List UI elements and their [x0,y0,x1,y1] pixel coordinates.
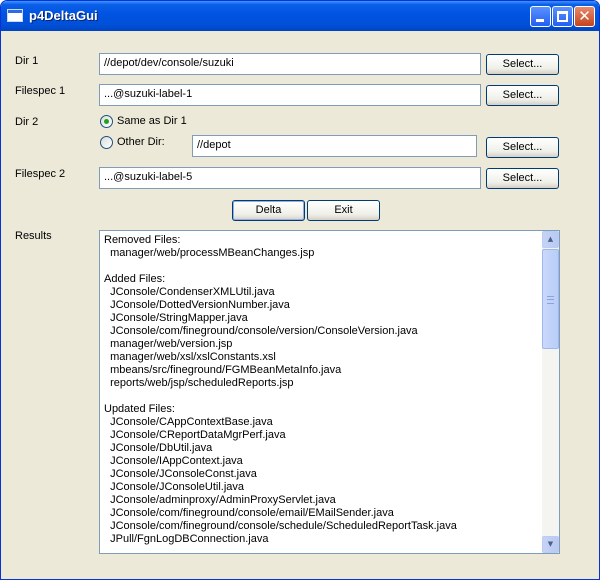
scroll-up-button[interactable]: ▲ [542,231,559,248]
filespec1-label: Filespec 1 [15,85,66,97]
filespec2-input[interactable]: ...@suzuki-label-5 [99,167,481,189]
main-window: p4DeltaGui ✕ Dir 1 //depot/dev/console/s… [0,0,600,580]
filespec1-select-button[interactable]: Select... [486,85,559,106]
scroll-down-button[interactable]: ▼ [542,536,559,553]
filespec2-select-button[interactable]: Select... [486,168,559,189]
close-icon: ✕ [578,7,591,25]
same-as-dir1-radio[interactable] [100,115,113,128]
window-title: p4DeltaGui [29,8,98,23]
minimize-icon [536,19,544,22]
results-label: Results [15,230,52,242]
dir2-same-radio-option[interactable]: Same as Dir 1 [100,115,220,129]
dir1-select-button[interactable]: Select... [486,54,559,75]
minimize-button[interactable] [530,6,551,27]
results-textarea[interactable]: Removed Files: manager/web/processMBeanC… [99,230,560,554]
same-as-dir1-label: Same as Dir 1 [117,115,187,127]
results-scrollbar[interactable]: ▲ ▼ [542,231,559,553]
results-text: Removed Files: manager/web/processMBeanC… [104,234,457,545]
dir2-select-button[interactable]: Select... [486,137,559,158]
dir1-label: Dir 1 [15,55,39,67]
other-dir-label: Other Dir: [117,136,165,148]
filespec1-input[interactable]: ...@suzuki-label-1 [99,84,481,106]
exit-button[interactable]: Exit [307,200,380,221]
dir2-label: Dir 2 [15,116,39,128]
other-dir-input[interactable]: //depot [192,135,477,157]
other-dir-radio[interactable] [100,136,113,149]
app-window-icon [7,9,23,22]
dir2-other-radio-option[interactable]: Other Dir: [100,136,180,150]
delta-button[interactable]: Delta [232,200,305,221]
maximize-icon [557,11,568,22]
scroll-grip-icon [547,296,554,304]
title-bar[interactable]: p4DeltaGui ✕ [1,1,599,31]
maximize-button[interactable] [552,6,573,27]
filespec2-label: Filespec 2 [15,168,66,180]
scroll-thumb[interactable] [542,249,559,349]
scroll-down-arrow-icon: ▼ [547,540,554,548]
dir1-input[interactable]: //depot/dev/console/suzuki [99,53,481,75]
close-button[interactable]: ✕ [574,6,595,27]
scroll-up-arrow-icon: ▲ [547,235,554,243]
